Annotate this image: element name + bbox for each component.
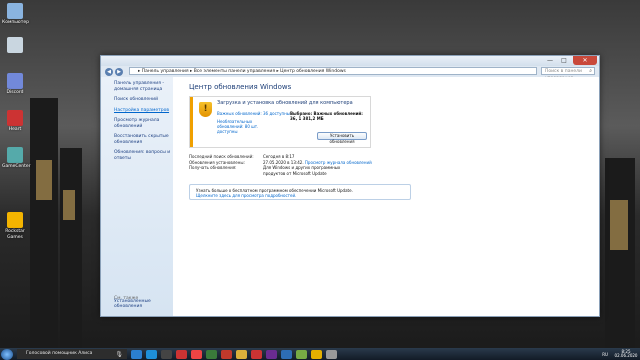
clock-date: 02.06.2020 bbox=[614, 353, 638, 358]
update-panel: ! Загрузка и установка обновлений для ко… bbox=[189, 96, 371, 148]
sidebar-item-restore-hidden[interactable]: Восстановить скрытые обновления bbox=[114, 134, 173, 145]
taskbar-app-icon[interactable] bbox=[296, 349, 307, 359]
search-input[interactable]: Поиск в панели управления ⌕ bbox=[541, 67, 595, 81]
update-panel-title: Загрузка и установка обновлений для комп… bbox=[217, 100, 353, 106]
taskbar-apps bbox=[127, 349, 337, 359]
system-tray: RU 8:25 02.06.2020 bbox=[602, 348, 638, 360]
desktop-icon-label: Компьютер bbox=[2, 20, 29, 25]
sidebar-item-update-history[interactable]: Просмотр журнала обновлений bbox=[114, 118, 173, 129]
taskbar-app-icon[interactable] bbox=[326, 349, 337, 359]
microsoft-update-notice: Узнать больше о бесплатном программном о… bbox=[189, 184, 411, 200]
taskbar: Голосовой помощник Алиса 🎙 RU 8:25 02.06… bbox=[0, 348, 640, 360]
taskbar-app-icon[interactable] bbox=[146, 349, 157, 359]
notice-details-link[interactable]: Щелкните здесь для просмотра подробносте… bbox=[196, 193, 410, 198]
start-button[interactable] bbox=[1, 348, 13, 360]
sidebar-item-check-updates[interactable]: Поиск обновлений bbox=[114, 97, 173, 103]
language-indicator[interactable]: RU bbox=[602, 352, 608, 357]
rockstar-icon bbox=[7, 212, 23, 228]
install-updates-button[interactable]: Установить обновления bbox=[317, 132, 367, 144]
taskbar-app-icon[interactable] bbox=[176, 349, 187, 359]
sidebar-item-control-panel-home[interactable]: Панель управления - домашняя страница bbox=[114, 81, 173, 92]
breadcrumb[interactable]: ▸ Панель управления ▸ Все элементы панел… bbox=[129, 67, 537, 75]
taskbar-app-icon[interactable] bbox=[131, 349, 142, 359]
desktop-icon-recycle-bin[interactable] bbox=[2, 37, 28, 54]
desktop-icon-label: Rockstar Games bbox=[5, 229, 25, 240]
taskbar-app-icon[interactable] bbox=[251, 349, 262, 359]
minimize-button[interactable]: — bbox=[543, 56, 557, 65]
desktop-icon-computer[interactable]: Компьютер bbox=[2, 3, 29, 26]
desktop-icon-label: GameCenter bbox=[2, 164, 31, 169]
maximize-button[interactable]: □ bbox=[557, 56, 571, 65]
recycle-bin-icon bbox=[7, 37, 23, 53]
desktop-icon-label: Discord bbox=[6, 90, 24, 95]
voice-assistant-box[interactable]: Голосовой помощник Алиса 🎙 bbox=[17, 349, 127, 359]
update-info: Последний поиск обновлений: Сегодня в 8:… bbox=[189, 154, 599, 176]
sidebar-item-change-settings[interactable]: Настройка параметров bbox=[114, 108, 173, 114]
back-arrow-icon[interactable]: ◀ bbox=[105, 67, 113, 76]
computer-icon bbox=[7, 3, 23, 19]
important-updates-link[interactable]: Важных обновлений: 36 доступны bbox=[217, 111, 290, 116]
desktop-icon-discord[interactable]: Discord bbox=[2, 73, 28, 96]
page-title: Центр обновления Windows bbox=[189, 83, 292, 91]
taskbar-app-icon[interactable] bbox=[311, 349, 322, 359]
taskbar-app-icon[interactable] bbox=[266, 349, 277, 359]
microphone-icon[interactable]: 🎙 bbox=[115, 350, 123, 360]
clock[interactable]: 8:25 02.06.2020 bbox=[614, 349, 638, 359]
discord-icon bbox=[7, 73, 23, 89]
selected-updates-summary: Выбрано: Важных обновлений: 36, 1 381,2 … bbox=[290, 111, 363, 121]
gamecenter-icon bbox=[7, 147, 23, 163]
taskbar-app-icon[interactable] bbox=[161, 349, 172, 359]
shield-warning-icon: ! bbox=[199, 102, 212, 117]
info-key: Получать обновления: bbox=[189, 165, 237, 170]
sidebar: Панель управления - домашняя страница По… bbox=[101, 77, 173, 316]
sidebar-item-faq[interactable]: Обновления: вопросы и ответы bbox=[114, 150, 173, 161]
desktop-icon-rockstar[interactable]: Rockstar Games bbox=[2, 212, 28, 241]
status-stripe bbox=[190, 97, 193, 147]
close-button[interactable]: ✕ bbox=[573, 56, 597, 65]
voice-assistant-label: Голосовой помощник Алиса bbox=[26, 351, 93, 356]
address-bar: ◀ ▶ ▸ Панель управления ▸ Все элементы п… bbox=[101, 66, 599, 81]
view-history-link[interactable]: Просмотр журнала обновлений bbox=[305, 160, 372, 165]
main-content: Центр обновления Windows ! Загрузка и ус… bbox=[173, 77, 599, 316]
taskbar-app-icon[interactable] bbox=[236, 349, 247, 359]
forward-arrow-icon[interactable]: ▶ bbox=[115, 67, 123, 76]
desktop-icon-gamecenter[interactable]: GameCenter bbox=[2, 147, 31, 170]
taskbar-app-icon[interactable] bbox=[221, 349, 232, 359]
title-bar[interactable]: — □ ✕ bbox=[101, 56, 599, 66]
desktop-icon-heart[interactable]: Heart bbox=[2, 110, 28, 133]
info-value: Для Windows и других программных продукт… bbox=[263, 165, 341, 176]
taskbar-app-icon[interactable] bbox=[191, 349, 202, 359]
sidebar-item-installed-updates[interactable]: Установленные обновления bbox=[114, 299, 173, 309]
taskbar-app-icon[interactable] bbox=[206, 349, 217, 359]
desktop-icon-label: Heart bbox=[8, 127, 22, 132]
heart-icon bbox=[7, 110, 23, 126]
optional-updates-link[interactable]: Необязательных обновлений: 80 шт. доступ… bbox=[217, 119, 279, 134]
search-icon[interactable]: ⌕ bbox=[589, 68, 592, 75]
taskbar-app-icon[interactable] bbox=[281, 349, 292, 359]
info-row: Получать обновления: Для Windows и други… bbox=[189, 165, 599, 176]
windows-update-window: — □ ✕ ◀ ▶ ▸ Панель управления ▸ Все элем… bbox=[100, 55, 600, 317]
info-value-text: 27.05.2020 в 13:42. bbox=[263, 159, 304, 165]
